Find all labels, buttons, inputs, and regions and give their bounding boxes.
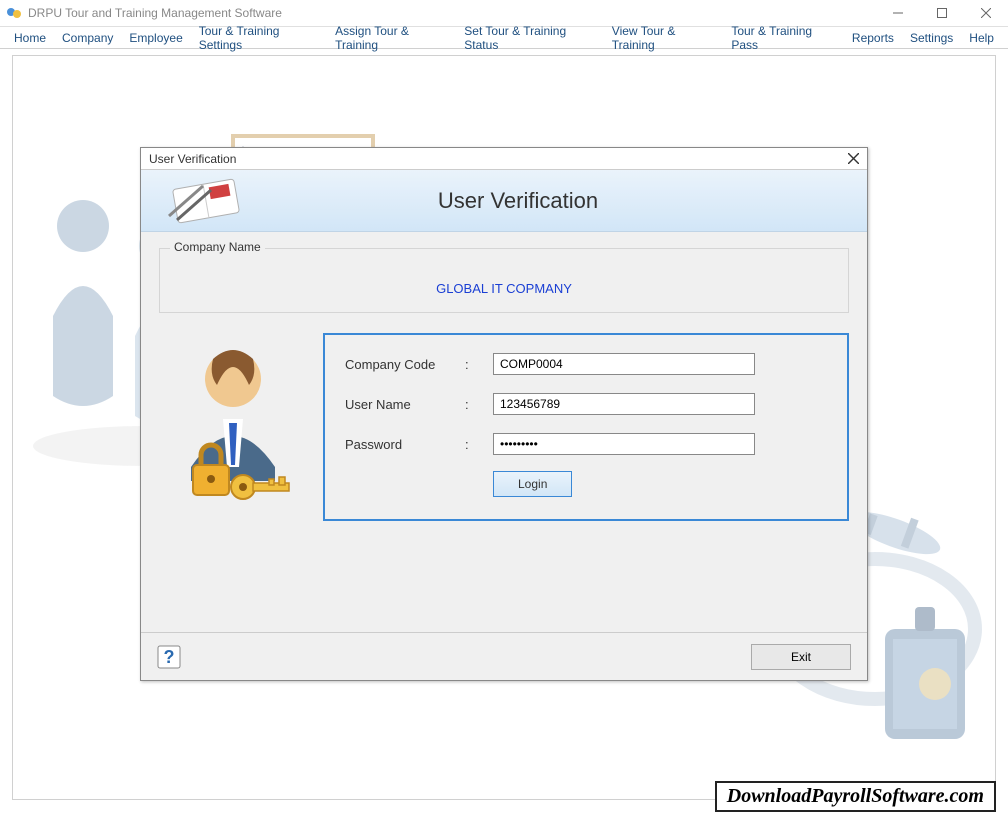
company-name-label: Company Name xyxy=(170,240,265,254)
menu-employee[interactable]: Employee xyxy=(121,29,190,47)
company-name-value: GLOBAL IT COPMANY xyxy=(172,267,836,300)
dialog-close-button[interactable] xyxy=(843,150,863,168)
user-name-input[interactable] xyxy=(493,393,755,415)
help-icon[interactable]: ? xyxy=(157,645,181,669)
svg-text:?: ? xyxy=(164,647,175,667)
company-code-input[interactable] xyxy=(493,353,755,375)
minimize-button[interactable] xyxy=(876,0,920,27)
menu-reports[interactable]: Reports xyxy=(844,29,902,47)
close-button[interactable] xyxy=(964,0,1008,27)
dialog-titlebar: User Verification xyxy=(141,148,867,170)
menu-home[interactable]: Home xyxy=(6,29,54,47)
window-title: DRPU Tour and Training Management Softwa… xyxy=(28,6,876,20)
menu-tour-training-settings[interactable]: Tour & Training Settings xyxy=(191,22,327,54)
menu-set-tour-training-status[interactable]: Set Tour & Training Status xyxy=(456,22,603,54)
company-code-label: Company Code xyxy=(345,357,465,372)
menu-tour-training-pass[interactable]: Tour & Training Pass xyxy=(723,22,844,54)
dialog-header: User Verification xyxy=(141,170,867,232)
user-lock-icon xyxy=(163,337,303,517)
dialog-footer: ? Exit xyxy=(141,632,867,680)
menu-view-tour-training[interactable]: View Tour & Training xyxy=(604,22,724,54)
menu-settings[interactable]: Settings xyxy=(902,29,961,47)
dialog-title: User Verification xyxy=(149,152,843,166)
menu-help[interactable]: Help xyxy=(961,29,1002,47)
maximize-button[interactable] xyxy=(920,0,964,27)
notebook-icon xyxy=(163,178,249,224)
login-button[interactable]: Login xyxy=(493,471,572,497)
login-form-panel: Company Code : User Name : Password : Lo… xyxy=(323,333,849,521)
menu-assign-tour-training[interactable]: Assign Tour & Training xyxy=(327,22,456,54)
user-name-label: User Name xyxy=(345,397,465,412)
exit-button[interactable]: Exit xyxy=(751,644,851,670)
menubar: Home Company Employee Tour & Training Se… xyxy=(0,27,1008,49)
app-icon xyxy=(6,5,22,21)
dialog-heading: User Verification xyxy=(269,188,767,214)
watermark: DownloadPayrollSoftware.com xyxy=(715,781,996,812)
password-input[interactable] xyxy=(493,433,755,455)
menu-company[interactable]: Company xyxy=(54,29,121,47)
company-name-groupbox: Company Name GLOBAL IT COPMANY xyxy=(159,248,849,313)
user-verification-dialog: User Verification User Verification Comp… xyxy=(140,147,868,681)
password-label: Password xyxy=(345,437,465,452)
